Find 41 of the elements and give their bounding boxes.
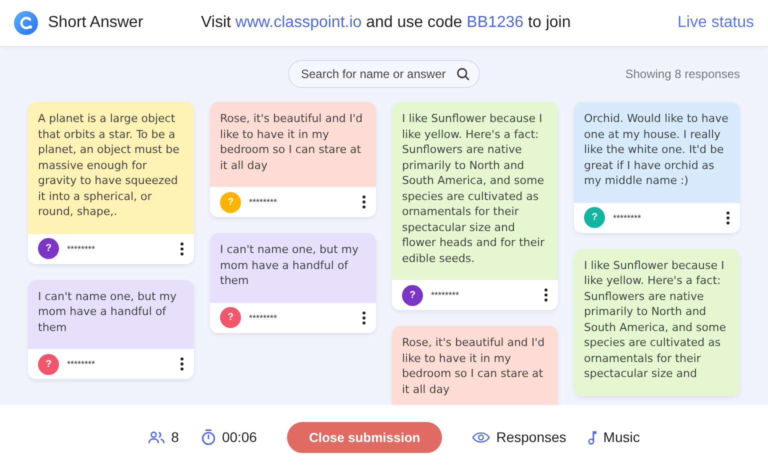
timer: 00:06 xyxy=(222,429,257,445)
answer-text: Orchid. Would like to have one at my house. I really like the white one. It'd be great if I have orchid as my middle name :) xyxy=(584,111,730,188)
student-name: ******** xyxy=(613,212,642,222)
answer-text: I like Sunflower because I like yellow. Here's a fact: Sunflowers are native primarily to North and South America, and some species are cultivated as ornamentals for their spectacular size and xyxy=(584,258,727,382)
logo-icon xyxy=(14,11,38,35)
avatar: ? xyxy=(220,307,241,328)
student-name: ******** xyxy=(249,312,278,322)
more-icon[interactable] xyxy=(180,242,184,256)
search-icon xyxy=(456,67,470,81)
avatar: ? xyxy=(402,284,423,306)
search-field[interactable]: Search for name or answer xyxy=(288,60,480,88)
more-icon[interactable] xyxy=(362,195,366,209)
live-status-link[interactable]: Live status xyxy=(678,14,754,32)
avatar: ? xyxy=(38,238,59,259)
more-icon[interactable] xyxy=(180,357,184,371)
student-name: ******** xyxy=(67,359,96,369)
answer-text: I like Sunflower because I like yellow. Here's a fact: Sunflowers are native primarily to North and South America, and some species are cultivated as ornamentals for their spectacular size and flower heads and for their edible seeds. xyxy=(402,111,546,266)
avatar: ? xyxy=(38,354,59,374)
music-button[interactable]: Music xyxy=(588,429,640,445)
responses-button[interactable]: Responses xyxy=(472,429,566,445)
join-instructions: Visit www.classpoint.io and use code BB1236 to join xyxy=(200,14,572,32)
answer-text: Rose, it's beautiful and I'd like to have it in my bedroom so I can stare at it all day xyxy=(220,111,364,173)
participant-count: 8 xyxy=(171,429,179,445)
stopwatch-icon xyxy=(200,428,216,446)
student-name: ******** xyxy=(249,197,278,207)
more-icon[interactable] xyxy=(362,310,366,324)
avatar: ? xyxy=(584,207,605,228)
answer-text: A planet is a large object that orbits a star. To be a planet, an object must be massive enough for gravity to have squeezed it into a spherical, or round, shape,. xyxy=(38,111,180,220)
answer-text: Rose, it's beautiful and I'd like to have it in my bedroom so I can stare at it all day xyxy=(402,335,546,397)
app-title: Short Answer xyxy=(48,14,144,32)
eye-icon xyxy=(472,432,490,442)
more-icon[interactable] xyxy=(544,288,548,302)
response-count: Showing 8 responses xyxy=(625,67,740,81)
answer-text: I can't name one, but my mom have a handful of them xyxy=(220,242,360,288)
answer-text: I can't name one, but my mom have a handful of them xyxy=(38,288,178,335)
student-name: ******** xyxy=(431,290,460,300)
people-icon xyxy=(148,430,166,444)
student-name: ******** xyxy=(67,244,96,254)
avatar: ? xyxy=(220,192,241,212)
more-icon[interactable] xyxy=(726,210,730,224)
music-note-icon xyxy=(588,430,598,444)
